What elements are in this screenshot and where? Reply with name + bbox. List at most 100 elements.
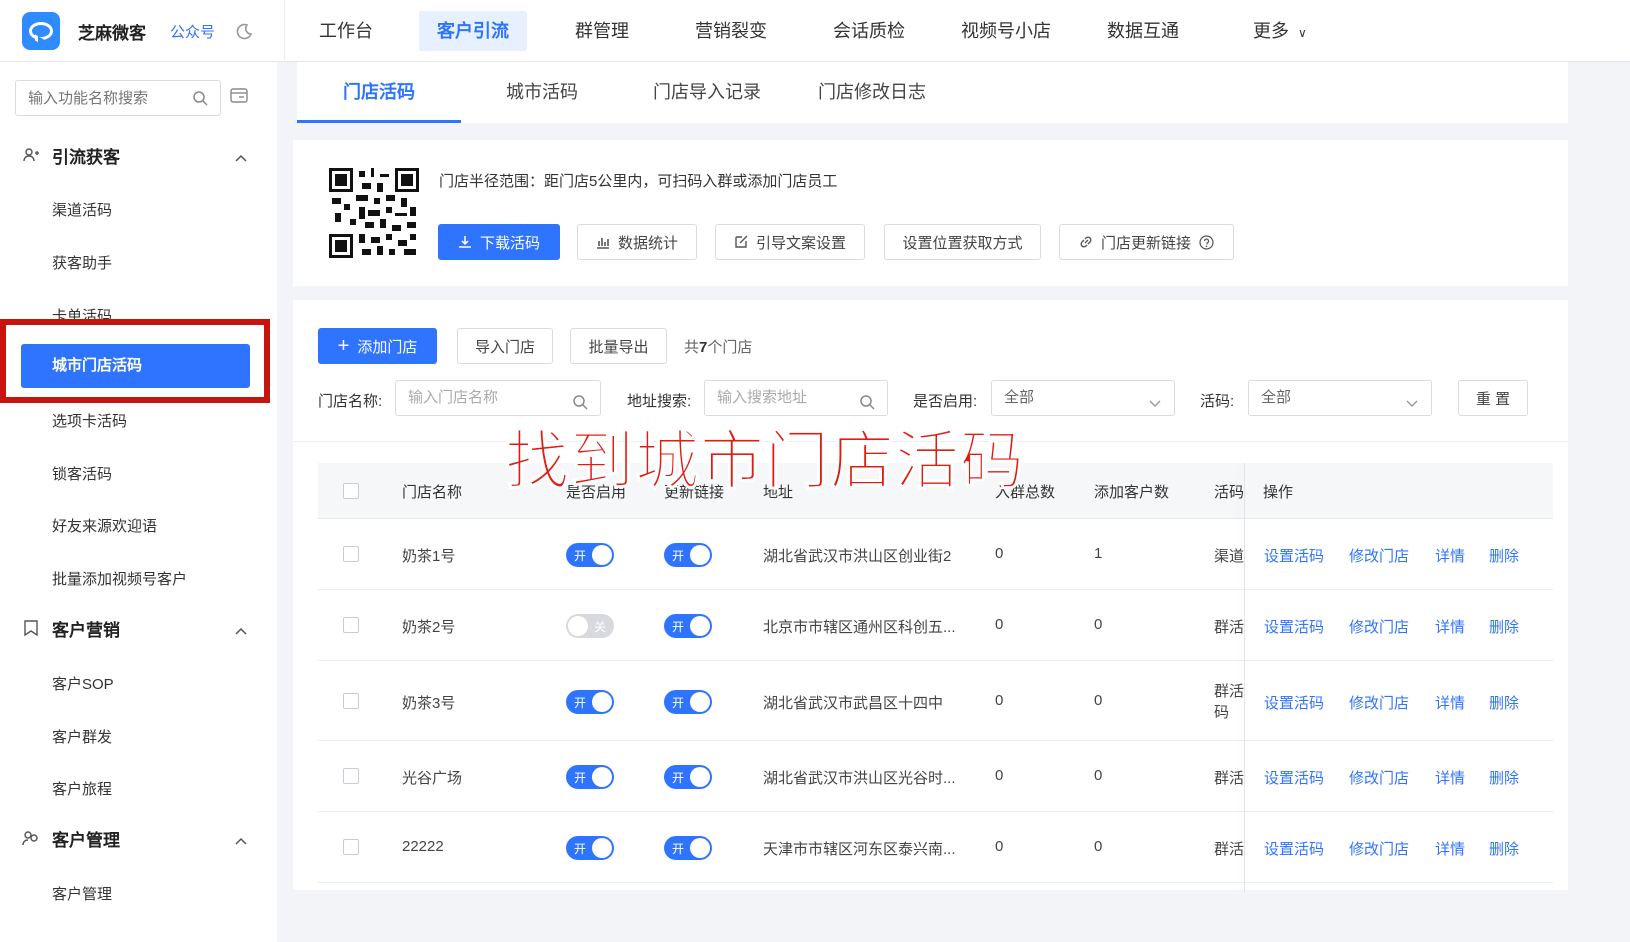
- enabled-toggle[interactable]: 开: [566, 836, 614, 860]
- update-link-toggle[interactable]: 开: [664, 543, 712, 567]
- tab-city-code[interactable]: 城市活码: [477, 62, 607, 123]
- reset-button[interactable]: 重 置: [1458, 380, 1528, 416]
- update-link-toggle[interactable]: 开: [664, 690, 712, 714]
- sidebar-item-acquisition-assistant[interactable]: 获客助手: [52, 252, 112, 273]
- nav-marketing[interactable]: 营销裂变: [677, 11, 785, 51]
- brand: 芝麻微客 公众号: [0, 0, 285, 62]
- set-code-link[interactable]: 设置活码: [1264, 692, 1324, 713]
- add-store-button[interactable]: + 添加门店: [318, 328, 437, 364]
- details-link[interactable]: 详情: [1435, 545, 1465, 566]
- sidebar-item-mass-message[interactable]: 客户群发: [52, 726, 112, 747]
- toggle-text: 关: [593, 620, 606, 634]
- search-icon[interactable]: [192, 90, 208, 111]
- row-checkbox[interactable]: [343, 693, 359, 709]
- store-update-link-button[interactable]: 门店更新链接: [1059, 224, 1234, 260]
- sidebar-item-customer-management[interactable]: 客户管理: [52, 883, 112, 904]
- table-row: 光谷广场 开 开 湖北省武汉市洪山区光谷时... 0 0 群活 设置活码 修改门…: [318, 741, 1553, 812]
- row-checkbox[interactable]: [343, 839, 359, 855]
- delete-link[interactable]: 删除: [1489, 767, 1519, 788]
- set-code-link[interactable]: 设置活码: [1264, 616, 1324, 637]
- toggle-text: 开: [672, 771, 685, 785]
- delete-link[interactable]: 删除: [1489, 692, 1519, 713]
- chevron-down-icon: [1405, 389, 1419, 423]
- sidebar-item-batch-add-video-customer[interactable]: 批量添加视频号客户: [52, 568, 187, 589]
- col-store-name: 门店名称: [402, 484, 463, 501]
- sidebar-collapse-icon[interactable]: [230, 88, 248, 109]
- data-stats-button[interactable]: 数据统计: [577, 224, 697, 260]
- official-account-link[interactable]: 公众号: [170, 21, 215, 42]
- edit-store-link[interactable]: 修改门店: [1349, 838, 1409, 859]
- sidebar-item-customer-journey[interactable]: 客户旅程: [52, 778, 112, 799]
- col-code: 活码: [1214, 484, 1245, 501]
- select-all-checkbox[interactable]: [343, 483, 359, 499]
- update-link-toggle[interactable]: 开: [664, 614, 712, 638]
- nav-video-shop[interactable]: 视频号小店: [943, 11, 1069, 51]
- tab-import-records[interactable]: 门店导入记录: [637, 62, 777, 123]
- details-link[interactable]: 详情: [1435, 767, 1465, 788]
- update-link-toggle[interactable]: 开: [664, 836, 712, 860]
- edit-store-link[interactable]: 修改门店: [1349, 616, 1409, 637]
- users-icon: [22, 831, 38, 846]
- function-search-input[interactable]: [16, 81, 176, 115]
- tab-store-code[interactable]: 门店活码: [297, 62, 461, 123]
- table-row: 奶茶3号 开 开 湖北省武汉市武昌区十四中 0 0 群活码 设置活码 修改门店 …: [318, 661, 1553, 741]
- store-name: 22222: [402, 838, 444, 855]
- sidebar-item-customer-sop[interactable]: 客户SOP: [52, 673, 114, 694]
- code-filter-select[interactable]: 全部: [1248, 380, 1432, 416]
- delete-link[interactable]: 删除: [1489, 838, 1519, 859]
- sidebar-group-customer-management[interactable]: 客户管理: [0, 813, 277, 863]
- nav-data-sync[interactable]: 数据互通: [1089, 11, 1197, 51]
- tab-change-log[interactable]: 门店修改日志: [802, 62, 942, 123]
- store-address: 天津市市辖区河东区泰兴南...: [763, 841, 956, 858]
- edit-store-link[interactable]: 修改门店: [1349, 692, 1409, 713]
- dark-mode-icon[interactable]: [235, 22, 253, 40]
- sub-tabs: 门店活码 城市活码 门店导入记录 门店修改日志: [297, 62, 1568, 123]
- details-link[interactable]: 详情: [1435, 692, 1465, 713]
- store-address: 北京市市辖区通州区科创五...: [763, 619, 956, 636]
- enabled-filter-label: 是否启用:: [913, 393, 978, 410]
- customer-count: 0: [1094, 767, 1103, 784]
- enabled-toggle[interactable]: 开: [566, 543, 614, 567]
- enabled-toggle[interactable]: 开: [566, 690, 614, 714]
- enabled-toggle[interactable]: 开: [566, 765, 614, 789]
- enabled-toggle[interactable]: 关: [566, 614, 614, 638]
- edit-store-link[interactable]: 修改门店: [1349, 545, 1409, 566]
- nav-workbench[interactable]: 工作台: [301, 11, 391, 51]
- sidebar-group-marketing[interactable]: 客户营销: [0, 603, 277, 653]
- store-code-info-card: 门店半径范围：距门店5公里内，可扫码入群或添加门店员工 下载活码 数据统计 引导…: [293, 140, 1568, 286]
- sidebar-item-tab-code[interactable]: 选项卡活码: [52, 410, 127, 431]
- set-code-link[interactable]: 设置活码: [1264, 838, 1324, 859]
- sidebar-item-lock-code[interactable]: 锁客活码: [52, 463, 112, 484]
- set-code-link[interactable]: 设置活码: [1264, 767, 1324, 788]
- details-link[interactable]: 详情: [1435, 838, 1465, 859]
- set-code-link[interactable]: 设置活码: [1264, 545, 1324, 566]
- row-checkbox[interactable]: [343, 617, 359, 633]
- edit-store-link[interactable]: 修改门店: [1349, 767, 1409, 788]
- help-icon[interactable]: [1199, 234, 1214, 250]
- col-customer-count: 添加客户数: [1094, 484, 1170, 501]
- sidebar-item-welcome-message[interactable]: 好友来源欢迎语: [52, 515, 157, 536]
- address-filter-label: 地址搜索:: [627, 393, 692, 410]
- toggle-text: 开: [672, 620, 685, 634]
- delete-link[interactable]: 删除: [1489, 545, 1519, 566]
- import-store-button[interactable]: 导入门店: [457, 328, 553, 364]
- delete-link[interactable]: 删除: [1489, 616, 1519, 637]
- download-code-button[interactable]: 下载活码: [438, 224, 560, 260]
- guide-text-settings-button[interactable]: 引导文案设置: [715, 224, 865, 260]
- row-checkbox[interactable]: [343, 546, 359, 562]
- chevron-down-icon: [1148, 389, 1162, 423]
- store-address: 湖北省武汉市武昌区十四中: [763, 695, 944, 712]
- nav-session-inspection[interactable]: 会话质检: [815, 11, 923, 51]
- nav-group-management[interactable]: 群管理: [557, 11, 647, 51]
- sidebar-item-channel-code[interactable]: 渠道活码: [52, 199, 112, 220]
- row-checkbox[interactable]: [343, 768, 359, 784]
- update-link-toggle[interactable]: 开: [664, 765, 712, 789]
- nav-customer-acquisition[interactable]: 客户引流: [419, 11, 527, 51]
- details-link[interactable]: 详情: [1435, 616, 1465, 637]
- toggle-text: 开: [574, 549, 587, 563]
- sidebar-group-acquisition[interactable]: 引流获客: [0, 130, 277, 180]
- toggle-text: 开: [672, 842, 685, 856]
- location-method-button[interactable]: 设置位置获取方式: [884, 224, 1041, 260]
- nav-more[interactable]: 更多 ∨: [1235, 11, 1325, 51]
- batch-export-button[interactable]: 批量导出: [570, 328, 667, 364]
